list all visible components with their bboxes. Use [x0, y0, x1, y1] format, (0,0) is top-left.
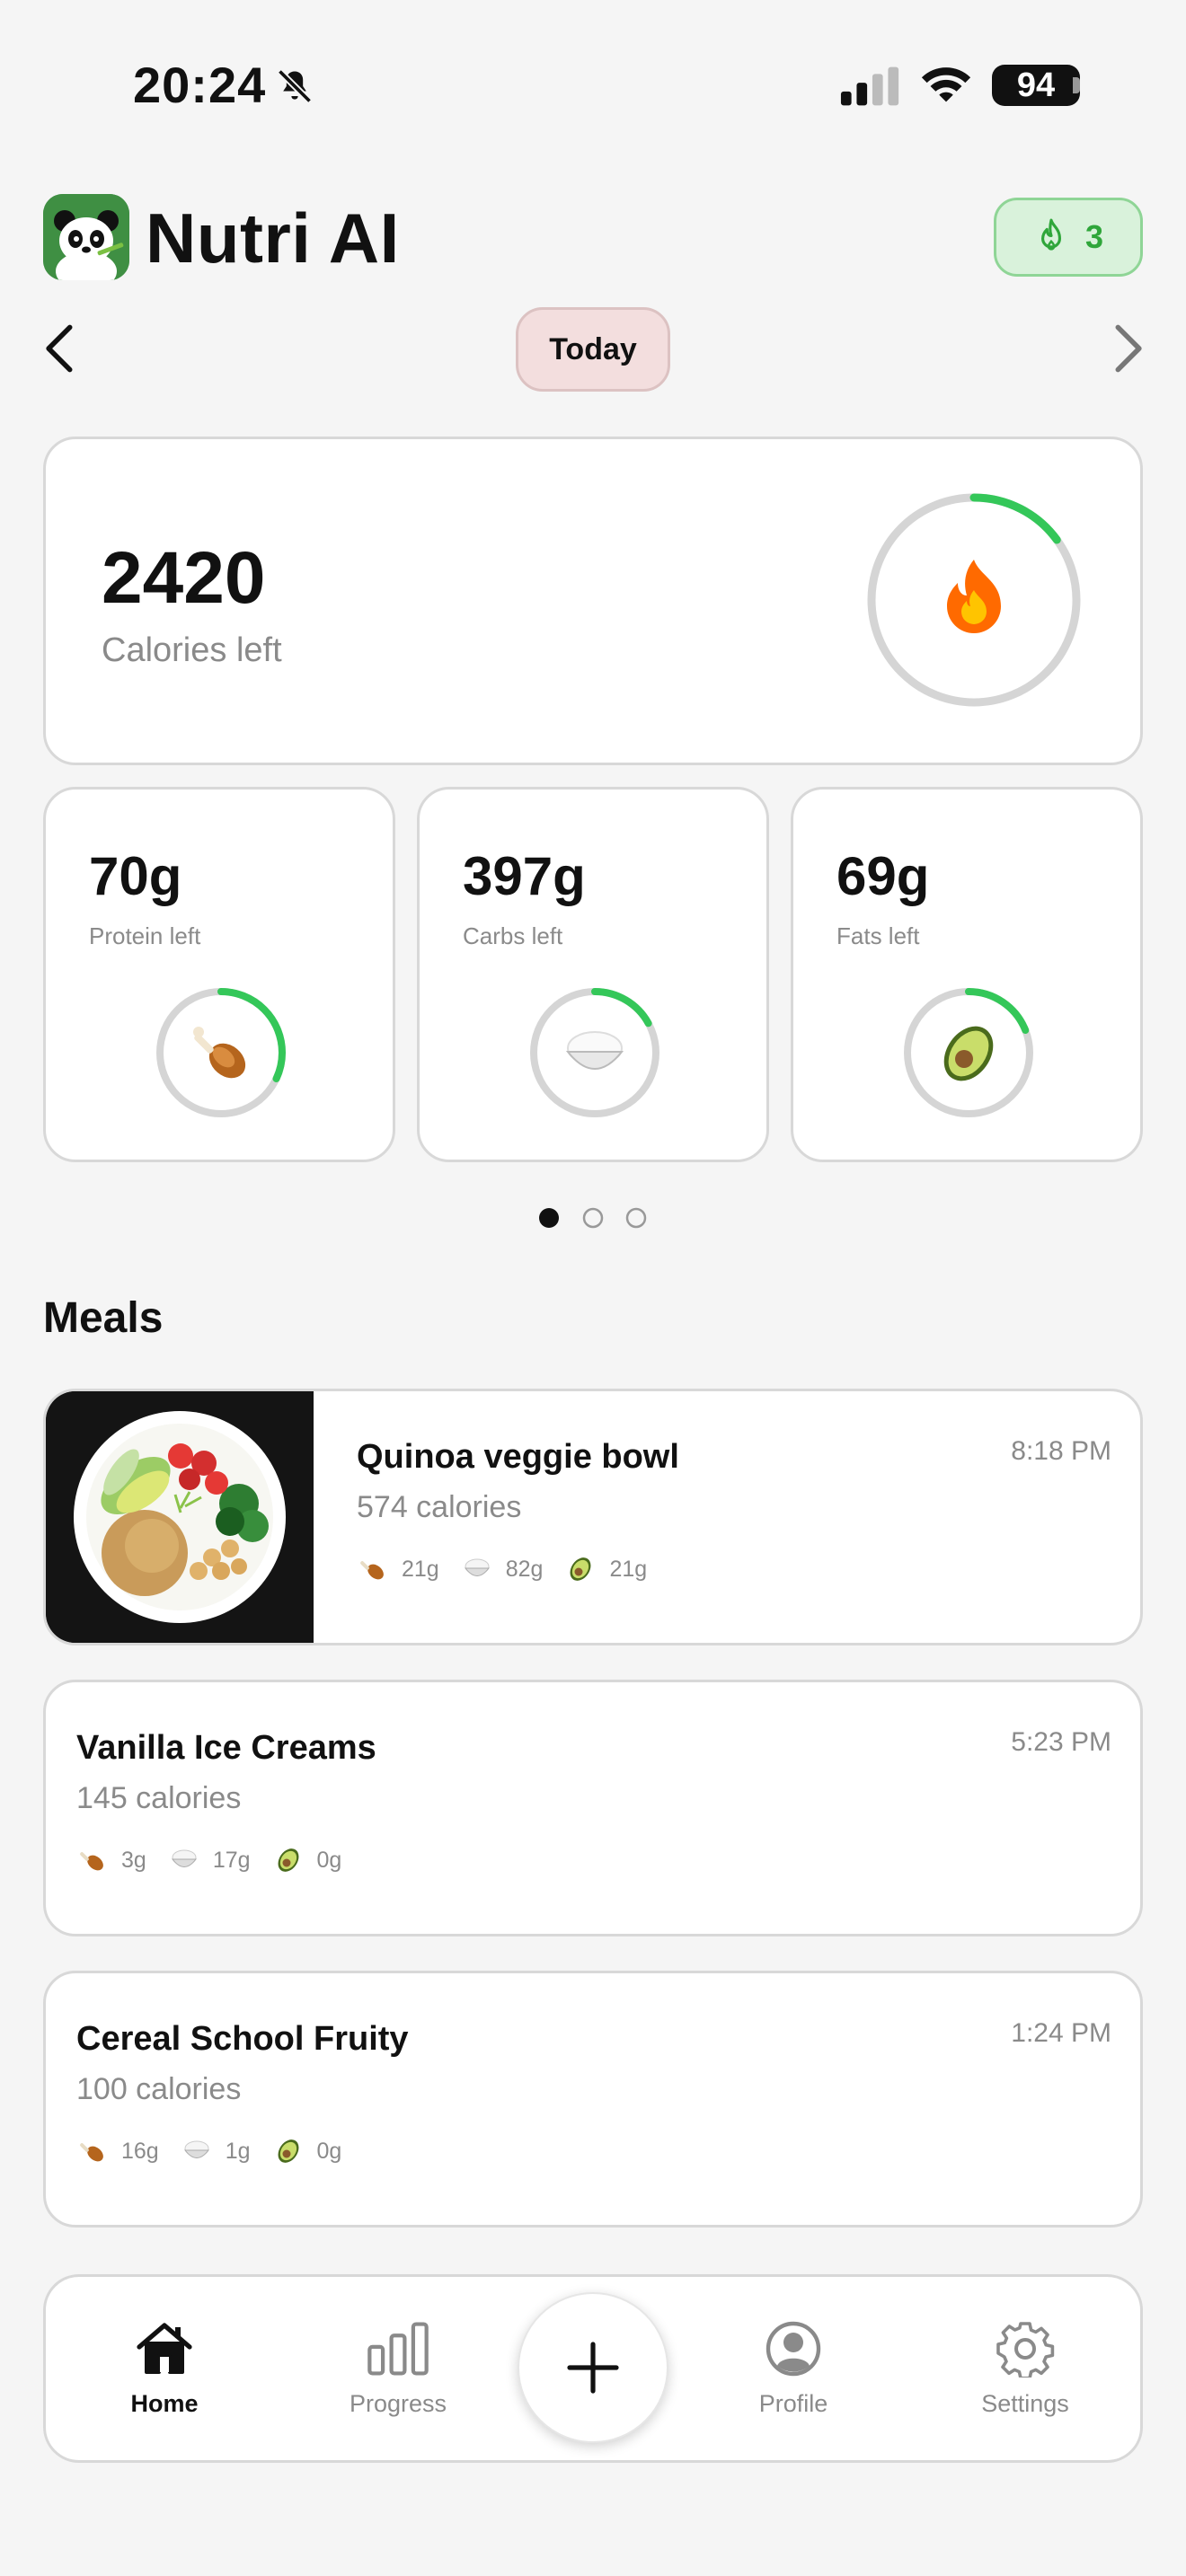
- tab-settings[interactable]: Settings: [953, 2320, 1097, 2418]
- tab-settings-label: Settings: [981, 2390, 1069, 2417]
- meal-protein: 21g: [402, 1556, 439, 1582]
- page-indicator[interactable]: [535, 1205, 652, 1231]
- battery-tip: [1073, 77, 1080, 93]
- bell-slash-icon: [277, 68, 313, 104]
- protein-left-label: Protein left: [89, 922, 201, 949]
- page-dot-3[interactable]: [625, 1207, 647, 1229]
- meal-fats: 0g: [316, 1847, 342, 1873]
- person-circle-icon: [766, 2321, 821, 2377]
- drumstick-emoji-icon: [193, 1027, 246, 1079]
- meal-name: Vanilla Ice Creams: [76, 1729, 376, 1767]
- macro-card-fats[interactable]: 69g Fats left: [791, 787, 1143, 1162]
- status-time: 20:24: [133, 57, 267, 113]
- streak-count: 3: [1084, 218, 1104, 255]
- streak-badge[interactable]: 3: [994, 198, 1143, 277]
- page-dot-1[interactable]: [539, 1208, 559, 1228]
- carbs-progress-ring: [530, 988, 659, 1117]
- flame-icon: [1040, 218, 1061, 251]
- meal-carbs: 17g: [212, 1847, 251, 1873]
- avocado-icon: [570, 1557, 591, 1581]
- calories-left-label: Calories left: [102, 631, 282, 669]
- bar-chart-icon: [367, 2322, 429, 2376]
- fire-emoji-icon: [947, 560, 1001, 633]
- drumstick-icon: [80, 2143, 103, 2162]
- meal-calories: 100 calories: [76, 2072, 242, 2106]
- rice-bowl-icon: [183, 2140, 209, 2158]
- meal-card[interactable]: Quinoa veggie bowl 574 calories 8:18 PM …: [43, 1389, 1143, 1645]
- battery-indicator: 94: [992, 65, 1080, 106]
- fats-progress-ring: [904, 988, 1033, 1117]
- meal-time: 5:23 PM: [1011, 1727, 1111, 1757]
- avocado-emoji-icon: [943, 1026, 994, 1081]
- meal-name: Cereal School Fruity: [76, 2020, 409, 2058]
- tab-profile-label: Profile: [758, 2390, 828, 2417]
- meal-fats: 0g: [316, 2138, 342, 2164]
- chevron-left-icon[interactable]: [40, 322, 81, 375]
- chevron-right-icon[interactable]: [1107, 322, 1148, 375]
- carbs-left-label: Carbs left: [463, 922, 563, 949]
- tab-progress[interactable]: Progress: [326, 2320, 470, 2418]
- avocado-icon: [278, 2139, 299, 2163]
- cellular-signal-icon: [840, 66, 899, 106]
- macro-card-carbs[interactable]: 397g Carbs left: [417, 787, 769, 1162]
- meal-protein: 3g: [121, 1847, 146, 1873]
- meal-carbs: 1g: [225, 2138, 251, 2164]
- date-selector[interactable]: Today: [516, 307, 670, 392]
- fats-left-value: 69g: [836, 846, 930, 906]
- meal-time: 1:24 PM: [1011, 2018, 1111, 2048]
- meal-macros: 21g 82g 21g: [357, 1553, 668, 1585]
- meal-calories: 574 calories: [357, 1490, 522, 1524]
- panda-logo-icon: [43, 194, 129, 280]
- meal-macros: 16g 1g 0g: [76, 2135, 363, 2167]
- calories-progress-ring: [867, 493, 1081, 707]
- gear-icon: [996, 2322, 1055, 2378]
- tab-progress-label: Progress: [349, 2390, 447, 2417]
- meal-time: 8:18 PM: [1011, 1436, 1111, 1466]
- tab-home[interactable]: Home: [93, 2320, 236, 2418]
- home-icon: [137, 2323, 192, 2374]
- meal-card[interactable]: Vanilla Ice Creams 145 calories 5:23 PM …: [43, 1680, 1143, 1936]
- carbs-left-value: 397g: [463, 846, 586, 906]
- meal-calories: 145 calories: [76, 1781, 242, 1815]
- macro-card-protein[interactable]: 70g Protein left: [43, 787, 395, 1162]
- drumstick-icon: [360, 1561, 384, 1580]
- meal-name: Quinoa veggie bowl: [357, 1438, 679, 1476]
- protein-progress-ring: [156, 988, 286, 1117]
- app-title: Nutri AI: [146, 198, 400, 278]
- app-logo: [43, 194, 129, 280]
- rice-bowl-emoji-icon: [565, 1031, 624, 1070]
- protein-left-value: 70g: [89, 846, 182, 906]
- calories-card[interactable]: 2420 Calories left: [43, 437, 1143, 765]
- meal-card[interactable]: Cereal School Fruity 100 calories 1:24 P…: [43, 1971, 1143, 2228]
- meal-protein: 16g: [121, 2138, 159, 2164]
- rice-bowl-icon: [464, 1558, 490, 1576]
- tab-home-label: Home: [130, 2390, 199, 2417]
- page-dot-2[interactable]: [582, 1207, 604, 1229]
- add-meal-button[interactable]: [518, 2292, 668, 2443]
- tab-profile[interactable]: Profile: [721, 2320, 865, 2418]
- meal-photo: [46, 1391, 314, 1643]
- meal-macros: 3g 17g 0g: [76, 1844, 363, 1876]
- meals-heading: Meals: [43, 1294, 164, 1342]
- wifi-icon: [921, 67, 971, 102]
- fats-left-label: Fats left: [836, 922, 920, 949]
- avocado-icon: [278, 1848, 299, 1872]
- meal-fats: 21g: [609, 1556, 648, 1582]
- drumstick-icon: [80, 1852, 103, 1871]
- plus-icon: [567, 2342, 619, 2394]
- rice-bowl-icon: [171, 1849, 197, 1867]
- meal-carbs: 82g: [505, 1556, 544, 1582]
- status-bar: 20:24 94: [0, 0, 1186, 171]
- calories-left-value: 2420: [102, 537, 266, 619]
